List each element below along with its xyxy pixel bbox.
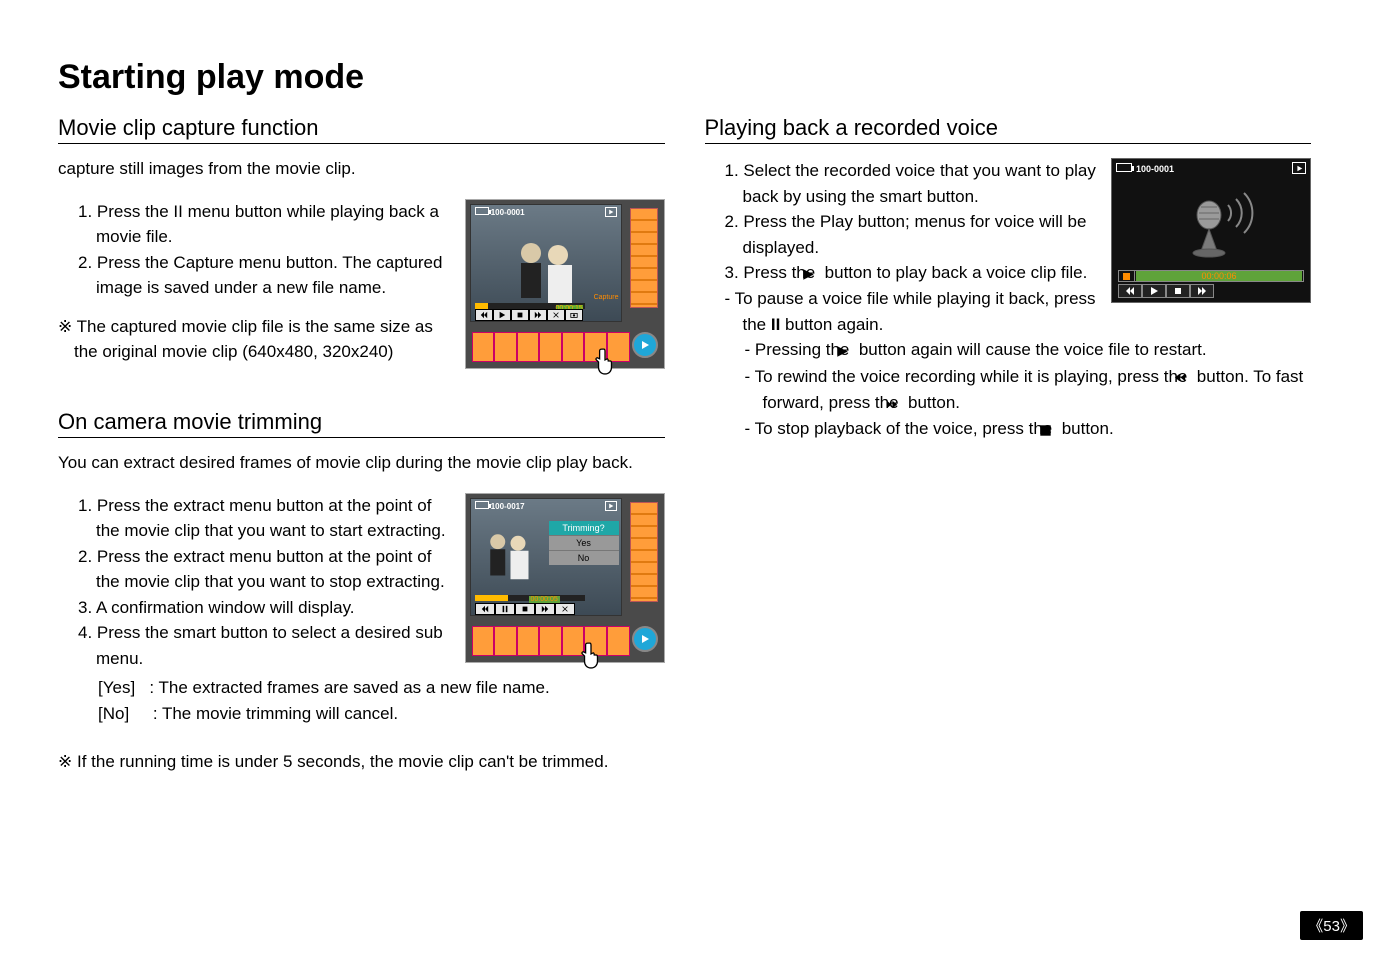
stop-icon bbox=[511, 309, 529, 321]
bottom-touch-strip bbox=[472, 626, 658, 656]
rewind-icon bbox=[1118, 284, 1142, 298]
trimming-menu: Trimming? Yes No bbox=[549, 521, 619, 565]
submenu-yes: [Yes] : The extracted frames are saved a… bbox=[98, 675, 665, 701]
menu-no: No bbox=[549, 550, 619, 565]
trim-icon bbox=[547, 309, 565, 321]
play-icon bbox=[1142, 284, 1166, 298]
voice-rewind-note: - To rewind the voice recording while it… bbox=[745, 364, 1312, 417]
note-trim-limit: ※ If the running time is under 5 seconds… bbox=[58, 750, 665, 775]
voice-restart-note: - Pressing the button again will cause t… bbox=[745, 337, 1312, 363]
submenu-no: [No] : The movie trimming will cancel. bbox=[98, 701, 665, 727]
figure-movie-capture: 100-0001 00:00:15 Capture bbox=[465, 199, 665, 369]
file-id: 100-0017 bbox=[491, 502, 525, 511]
playback-mode-icon bbox=[1292, 162, 1306, 174]
play-icon bbox=[493, 309, 511, 321]
page-title: Starting play mode bbox=[58, 58, 1311, 97]
trim-icon bbox=[555, 603, 575, 615]
step-4-trim: 4. Press the smart button to select a de… bbox=[78, 620, 453, 671]
playback-controls bbox=[475, 309, 583, 321]
forward-icon bbox=[535, 603, 555, 615]
pause-icon-text: II bbox=[771, 315, 780, 334]
forward-icon bbox=[529, 309, 547, 321]
playback-mode-icon bbox=[605, 207, 617, 217]
playback-controls bbox=[1118, 284, 1214, 298]
battery-icon bbox=[1116, 163, 1132, 172]
section-heading-voice: Playing back a recorded voice bbox=[705, 115, 1312, 144]
capture-icon bbox=[565, 309, 583, 321]
playback-controls bbox=[475, 603, 575, 615]
battery-icon bbox=[475, 501, 489, 509]
photo-thumbnail bbox=[506, 233, 586, 303]
stop-icon bbox=[1166, 284, 1190, 298]
pause-icon bbox=[495, 603, 515, 615]
forward-icon bbox=[1190, 284, 1214, 298]
playback-time: 00:00:05 bbox=[529, 596, 560, 603]
rewind-icon bbox=[475, 309, 493, 321]
page-number: 53 bbox=[1300, 911, 1363, 940]
voice-stop-note: - To stop playback of the voice, press t… bbox=[745, 416, 1312, 442]
bottom-touch-strip bbox=[472, 332, 658, 362]
rewind-icon bbox=[475, 603, 495, 615]
step-2-trim: 2. Press the extract menu button at the … bbox=[78, 544, 453, 595]
voice-step-3: 3. Press the button to play back a voice… bbox=[725, 260, 1100, 286]
time-bar: 00:00:06 bbox=[1118, 270, 1304, 282]
side-touch-strip bbox=[630, 208, 658, 308]
finger-pointer-icon bbox=[594, 347, 616, 380]
intro-movie-capture: capture still images from the movie clip… bbox=[58, 158, 665, 181]
finger-pointer-icon bbox=[580, 641, 602, 674]
step-2-capture: 2. Press the Capture menu button. The ca… bbox=[78, 250, 453, 301]
side-touch-strip bbox=[630, 502, 658, 602]
playback-mode-icon bbox=[605, 501, 617, 511]
voice-step-1: 1. Select the recorded voice that you wa… bbox=[725, 158, 1100, 209]
intro-trimming: You can extract desired frames of movie … bbox=[58, 452, 665, 475]
file-id: 100-0001 bbox=[1136, 164, 1174, 174]
figure-trimming: 100-0017 Trimming? Yes No bbox=[465, 493, 665, 663]
capture-label: Capture bbox=[594, 294, 619, 301]
step-1-capture: 1. Press the II menu button while playin… bbox=[78, 199, 453, 250]
photo-thumbnail bbox=[479, 524, 539, 582]
note-capture-size: ※ The captured movie clip file is the sa… bbox=[58, 315, 453, 364]
playback-time: 00:00:06 bbox=[1136, 271, 1302, 281]
battery-icon bbox=[475, 207, 489, 215]
ok-button-icon bbox=[632, 626, 658, 652]
ok-button-icon bbox=[632, 332, 658, 358]
sound-waves-icon bbox=[1222, 191, 1266, 240]
menu-title: Trimming? bbox=[549, 521, 619, 535]
file-id: 100-0001 bbox=[491, 208, 525, 217]
voice-step-2: 2. Press the Play button; menus for voic… bbox=[725, 209, 1100, 260]
menu-yes: Yes bbox=[549, 535, 619, 550]
step-3-trim: 3. A confirmation window will display. bbox=[78, 595, 453, 621]
voice-pause-note: - To pause a voice file while playing it… bbox=[725, 286, 1100, 337]
stop-icon bbox=[515, 603, 535, 615]
stop-indicator-icon bbox=[1119, 271, 1135, 281]
figure-voice-playback: 100-0001 bbox=[1111, 158, 1311, 303]
step-1-trim: 1. Press the extract menu button at the … bbox=[78, 493, 453, 544]
section-heading-trimming: On camera movie trimming bbox=[58, 409, 665, 438]
section-heading-movie-capture: Movie clip capture function bbox=[58, 115, 665, 144]
